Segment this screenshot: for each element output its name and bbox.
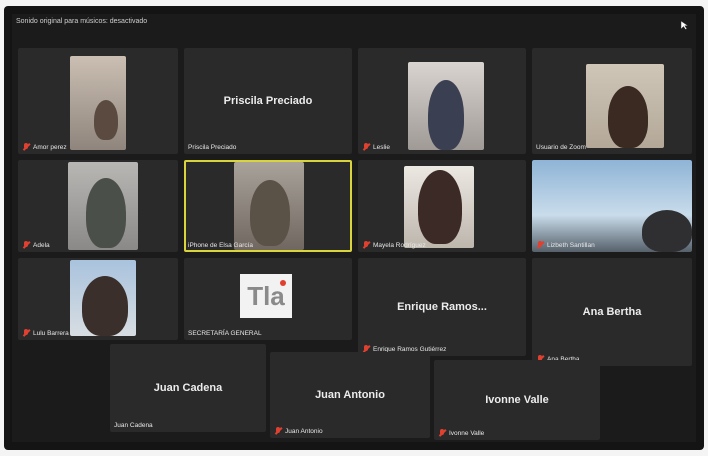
monitor-frame: Sonido original para músicos: desactivad… — [4, 6, 704, 450]
tile-lulu-barrera[interactable]: Lulu Barrera — [18, 258, 178, 340]
participant-label: SECRETARÍA GENERAL — [188, 330, 262, 337]
video-feed — [532, 160, 692, 252]
participant-label: Juan Antonio — [274, 427, 323, 435]
participant-label: iPhone de Elsa García — [188, 242, 254, 249]
muted-mic-icon — [22, 241, 30, 249]
tile-priscila-preciado[interactable]: Priscila Preciado Priscila Preciado — [184, 48, 352, 154]
secretaria-logo: Tla — [240, 274, 292, 318]
tile-ivonne-valle[interactable]: Ivonne Valle Ivonne Valle — [434, 360, 600, 440]
tile-usuario-zoom[interactable]: Usuario de Zoom — [532, 48, 692, 154]
tile-ana-bertha[interactable]: Ana Bertha Ana Bertha — [532, 258, 692, 366]
video-feed — [404, 166, 474, 248]
tile-mayela[interactable]: Mayela Rodríguez — [358, 160, 526, 252]
muted-mic-icon — [22, 329, 30, 337]
participant-name: Ana Bertha — [582, 306, 642, 318]
mouse-cursor-icon — [680, 20, 689, 30]
participant-label: Leslie — [362, 143, 390, 151]
muted-mic-icon — [536, 241, 544, 249]
video-feed — [70, 260, 136, 336]
participant-video — [428, 80, 464, 150]
muted-mic-icon — [362, 241, 370, 249]
participant-name: Enrique Ramos... — [397, 301, 487, 313]
tile-adela[interactable]: Adela — [18, 160, 178, 252]
muted-mic-icon — [438, 429, 446, 437]
participant-label: Priscila Preciado — [188, 144, 237, 151]
zoom-gallery-view: Sonido original para músicos: desactivad… — [12, 14, 696, 442]
muted-mic-icon — [362, 143, 370, 151]
video-feed — [586, 64, 664, 148]
participant-label: Amor perez — [22, 143, 67, 151]
participant-name: Ivonne Valle — [485, 394, 549, 406]
tile-amor-perez[interactable]: Amor perez — [18, 48, 178, 154]
video-feed — [408, 62, 484, 150]
audio-banner: Sonido original para músicos: desactivad… — [16, 18, 148, 25]
video-feed — [68, 162, 138, 250]
tile-leslie[interactable]: Leslie — [358, 48, 526, 154]
participant-video — [418, 170, 462, 244]
participant-video — [86, 178, 126, 248]
tile-secretaria-general[interactable]: Tla SECRETARÍA GENERAL — [184, 258, 352, 340]
participant-video — [250, 180, 290, 246]
tile-iphone-elsa[interactable]: iPhone de Elsa García — [184, 160, 352, 252]
participant-label: Adela — [22, 241, 50, 249]
participant-video — [94, 100, 118, 140]
participant-label: Lizbeth Santillan — [536, 241, 595, 249]
participant-label: Lulu Barrera — [22, 329, 69, 337]
participant-label: Mayela Rodríguez — [362, 241, 426, 249]
muted-mic-icon — [22, 143, 30, 151]
participant-name: Juan Cadena — [153, 382, 223, 394]
video-feed — [70, 56, 126, 150]
tile-juan-antonio[interactable]: Juan Antonio Juan Antonio — [270, 352, 430, 438]
participant-name: Juan Antonio — [315, 389, 385, 401]
participant-video — [82, 276, 128, 336]
participant-label: Ivonne Valle — [438, 429, 484, 437]
participant-video — [608, 86, 648, 148]
tile-juan-cadena[interactable]: Juan Cadena Juan Cadena — [110, 344, 266, 432]
logo-dot-icon — [280, 280, 286, 286]
participant-label: Usuario de Zoom — [536, 144, 586, 151]
participant-video — [642, 210, 692, 252]
participant-label: Juan Cadena — [114, 422, 153, 429]
muted-mic-icon — [274, 427, 282, 435]
tile-enrique-ramos[interactable]: Enrique Ramos... Enrique Ramos Gutiérrez — [358, 258, 526, 356]
video-feed — [234, 162, 304, 250]
tile-lizbeth[interactable]: Lizbeth Santillan — [532, 160, 692, 252]
participant-name: Priscila Preciado — [223, 95, 313, 107]
